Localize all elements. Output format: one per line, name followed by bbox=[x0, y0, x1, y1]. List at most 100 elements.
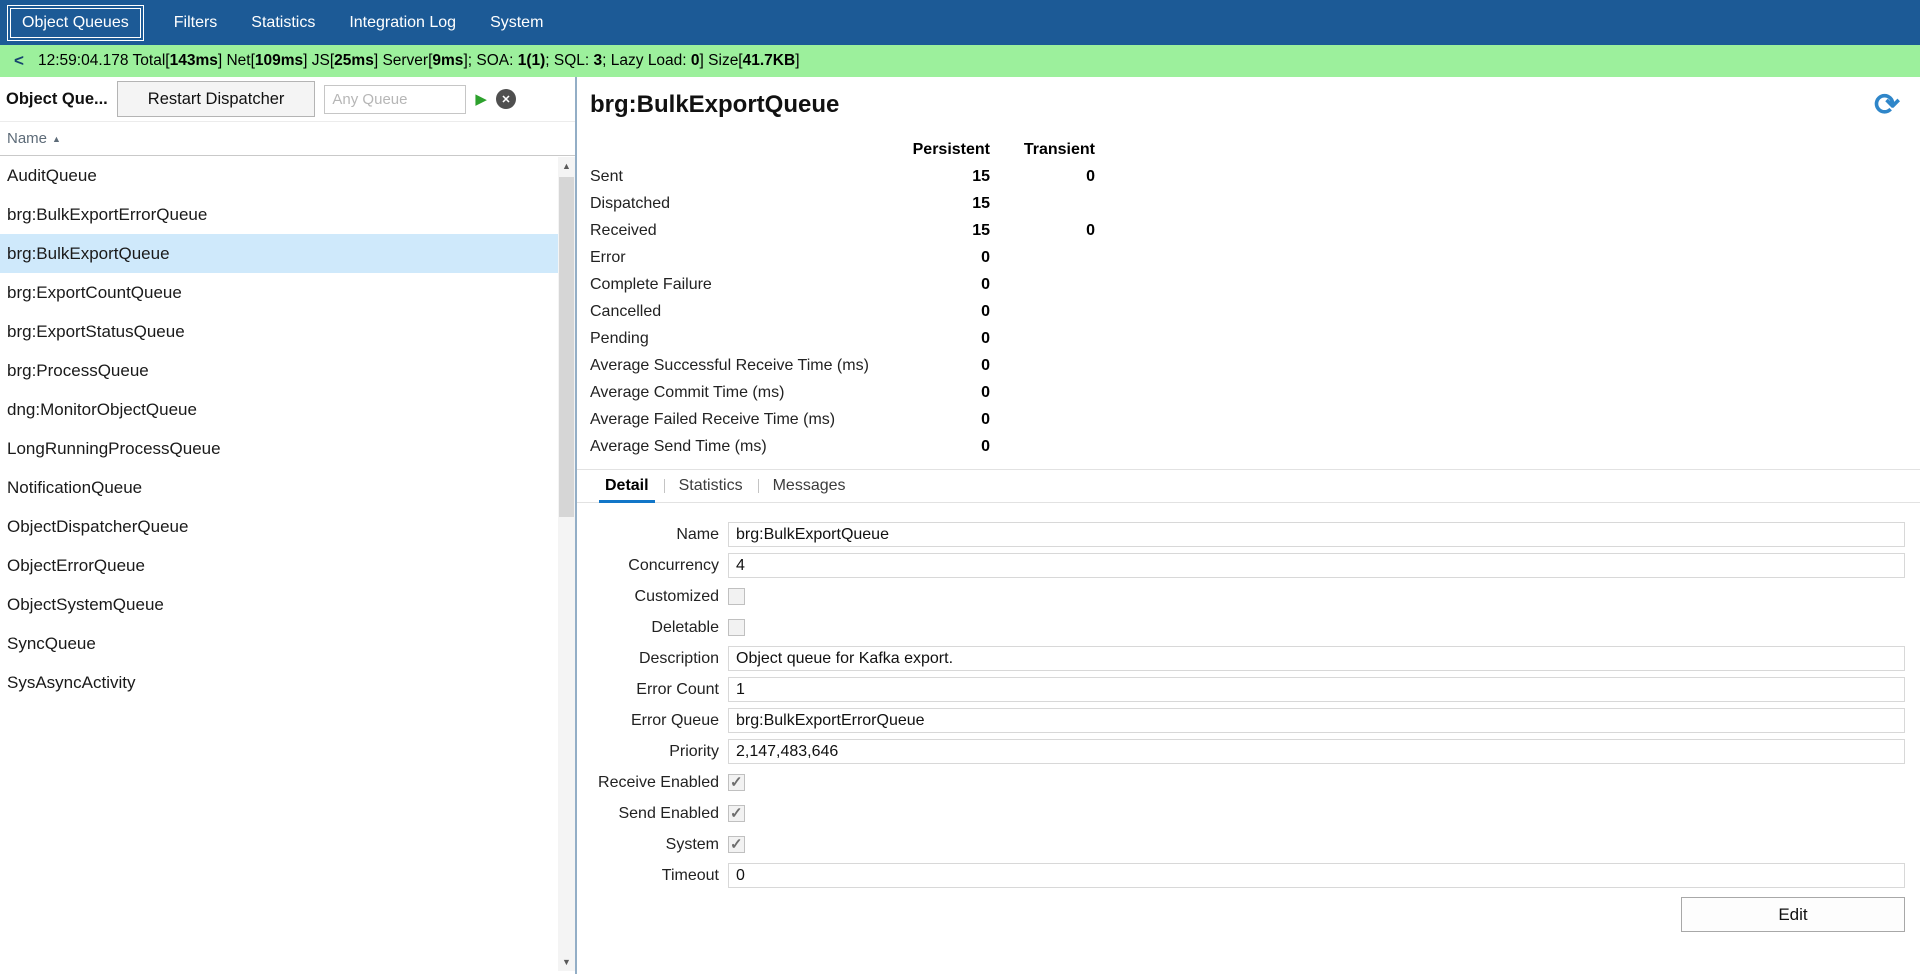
nav-tab[interactable]: Filters bbox=[163, 9, 229, 37]
queue-list-item[interactable]: SysAsyncActivity bbox=[0, 663, 575, 702]
detail-tab[interactable]: Detail bbox=[590, 470, 664, 502]
stat-value-persistent: 0 bbox=[890, 244, 990, 271]
scrollbar-thumb[interactable] bbox=[559, 177, 574, 517]
field-label: Error Queue bbox=[590, 712, 728, 730]
stat-value-transient bbox=[990, 352, 1095, 379]
stat-row-label: Average Send Time (ms) bbox=[590, 433, 890, 460]
top-nav-bar: Object Queues Filters Statistics Integra… bbox=[0, 0, 1920, 45]
field-value-input[interactable]: brg:BulkExportErrorQueue bbox=[728, 708, 1905, 733]
field-label: Send Enabled bbox=[590, 805, 728, 823]
stats-table: Persistent Transient Sent 15 0 Dispatche… bbox=[590, 136, 1905, 460]
sort-ascending-icon: ▲ bbox=[52, 134, 61, 144]
stat-row-label: Complete Failure bbox=[590, 271, 890, 298]
nav-tab[interactable]: Object Queues bbox=[10, 8, 141, 38]
stat-value-transient bbox=[990, 190, 1095, 217]
stat-value-transient bbox=[990, 406, 1095, 433]
stat-value-persistent: 0 bbox=[890, 271, 990, 298]
queue-list-item[interactable]: AuditQueue bbox=[0, 156, 575, 195]
stat-value-persistent: 0 bbox=[890, 352, 990, 379]
field-checkbox[interactable] bbox=[728, 619, 745, 636]
queue-list-item[interactable]: LongRunningProcessQueue bbox=[0, 429, 575, 468]
field-value-input[interactable]: brg:BulkExportQueue bbox=[728, 522, 1905, 547]
field-checkbox[interactable] bbox=[728, 805, 745, 822]
queue-list-item[interactable]: brg:ExportCountQueue bbox=[0, 273, 575, 312]
stat-value-transient bbox=[990, 325, 1095, 352]
stat-row-label: Average Successful Receive Time (ms) bbox=[590, 352, 890, 379]
queue-list-item[interactable]: SyncQueue bbox=[0, 624, 575, 663]
stat-row-label: Average Failed Receive Time (ms) bbox=[590, 406, 890, 433]
queue-title: brg:BulkExportQueue bbox=[590, 90, 839, 120]
field-checkbox[interactable] bbox=[728, 588, 745, 605]
status-segment: 3 bbox=[594, 52, 603, 69]
field-label: Priority bbox=[590, 743, 728, 761]
detail-tab[interactable]: Messages bbox=[758, 470, 861, 502]
form-row: Concurrency 4 bbox=[590, 550, 1905, 581]
detail-header: brg:BulkExportQueue ⟳ bbox=[590, 90, 1905, 120]
stat-value-transient bbox=[990, 298, 1095, 325]
status-segment: 25ms bbox=[334, 52, 374, 69]
queue-list-item[interactable]: dng:MonitorObjectQueue bbox=[0, 390, 575, 429]
field-label: Name bbox=[590, 526, 728, 544]
field-value-input[interactable]: 4 bbox=[728, 553, 1905, 578]
nav-tab[interactable]: Integration Log bbox=[338, 9, 467, 37]
stat-value-transient bbox=[990, 271, 1095, 298]
field-value-input[interactable]: Object queue for Kafka export. bbox=[728, 646, 1905, 671]
sidebar-scrollbar[interactable]: ▲ ▼ bbox=[558, 157, 575, 971]
queue-list: AuditQueue brg:BulkExportErrorQueue brg:… bbox=[0, 156, 575, 974]
detail-tab[interactable]: Statistics bbox=[664, 470, 758, 502]
queue-list-item[interactable]: brg:ExportStatusQueue bbox=[0, 312, 575, 351]
queue-search-input[interactable] bbox=[324, 85, 466, 114]
queue-list-item[interactable]: ObjectDispatcherQueue bbox=[0, 507, 575, 546]
sidebar-title: Object Que... bbox=[6, 90, 108, 109]
name-column-header[interactable]: Name ▲ bbox=[0, 122, 575, 156]
nav-tab[interactable]: Statistics bbox=[240, 9, 326, 37]
form-row: Error Queue brg:BulkExportErrorQueue bbox=[590, 705, 1905, 736]
form-row: Name brg:BulkExportQueue bbox=[590, 519, 1905, 550]
queue-list-item[interactable]: brg:ProcessQueue bbox=[0, 351, 575, 390]
status-segment: 1(1) bbox=[518, 52, 546, 69]
status-segment: 41.7KB bbox=[743, 52, 796, 69]
scroll-down-icon[interactable]: ▼ bbox=[558, 953, 575, 971]
status-segment: 0 bbox=[691, 52, 700, 69]
scroll-up-icon[interactable]: ▲ bbox=[558, 157, 575, 175]
queue-list-item[interactable]: ObjectSystemQueue bbox=[0, 585, 575, 624]
detail-panel: brg:BulkExportQueue ⟳ Persistent Transie… bbox=[577, 77, 1920, 974]
detail-form: Name brg:BulkExportQueue Concurrency 4 bbox=[590, 519, 1905, 891]
detail-tab-bar: Detail Statistics Messages bbox=[577, 469, 1920, 503]
refresh-icon[interactable]: ⟳ bbox=[1874, 90, 1900, 120]
field-value-input[interactable]: 0 bbox=[728, 863, 1905, 888]
status-segment: ] Net[ bbox=[218, 52, 255, 69]
field-label: Receive Enabled bbox=[590, 774, 728, 792]
form-row: Receive Enabled bbox=[590, 767, 1905, 798]
status-segment: ]; SOA: bbox=[463, 52, 517, 69]
collapse-arrow-icon[interactable]: < bbox=[0, 51, 38, 71]
nav-tabs: Object Queues Filters Statistics Integra… bbox=[6, 8, 566, 38]
field-label: Description bbox=[590, 650, 728, 668]
field-label: System bbox=[590, 836, 728, 854]
queue-list-item[interactable]: brg:BulkExportQueue bbox=[0, 234, 575, 273]
sidebar-toolbar: Object Que... Restart Dispatcher ▶ ✕ bbox=[0, 77, 575, 122]
queue-list-item[interactable]: ObjectErrorQueue bbox=[0, 546, 575, 585]
status-segment: ; SQL: bbox=[545, 52, 593, 69]
nav-tab[interactable]: System bbox=[479, 9, 554, 37]
queue-list-item[interactable]: brg:BulkExportErrorQueue bbox=[0, 195, 575, 234]
status-segment: ] Server[ bbox=[374, 52, 433, 69]
restart-dispatcher-button[interactable]: Restart Dispatcher bbox=[117, 81, 316, 117]
field-checkbox[interactable] bbox=[728, 774, 745, 791]
stat-value-transient bbox=[990, 379, 1095, 406]
clear-search-icon[interactable]: ✕ bbox=[496, 89, 516, 109]
field-label: Customized bbox=[590, 588, 728, 606]
field-value-input[interactable]: 1 bbox=[728, 677, 1905, 702]
edit-button[interactable]: Edit bbox=[1681, 897, 1905, 932]
stat-value-persistent: 0 bbox=[890, 298, 990, 325]
field-checkbox[interactable] bbox=[728, 836, 745, 853]
stat-row-label: Cancelled bbox=[590, 298, 890, 325]
form-row: Deletable bbox=[590, 612, 1905, 643]
run-search-icon[interactable]: ▶ bbox=[475, 92, 487, 107]
stats-column-transient: Transient bbox=[990, 136, 1095, 163]
status-segment: ; Lazy Load: bbox=[602, 52, 691, 69]
field-value-input[interactable]: 2,147,483,646 bbox=[728, 739, 1905, 764]
stat-row-label: Dispatched bbox=[590, 190, 890, 217]
stats-corner-cell bbox=[590, 136, 890, 163]
queue-list-item[interactable]: NotificationQueue bbox=[0, 468, 575, 507]
